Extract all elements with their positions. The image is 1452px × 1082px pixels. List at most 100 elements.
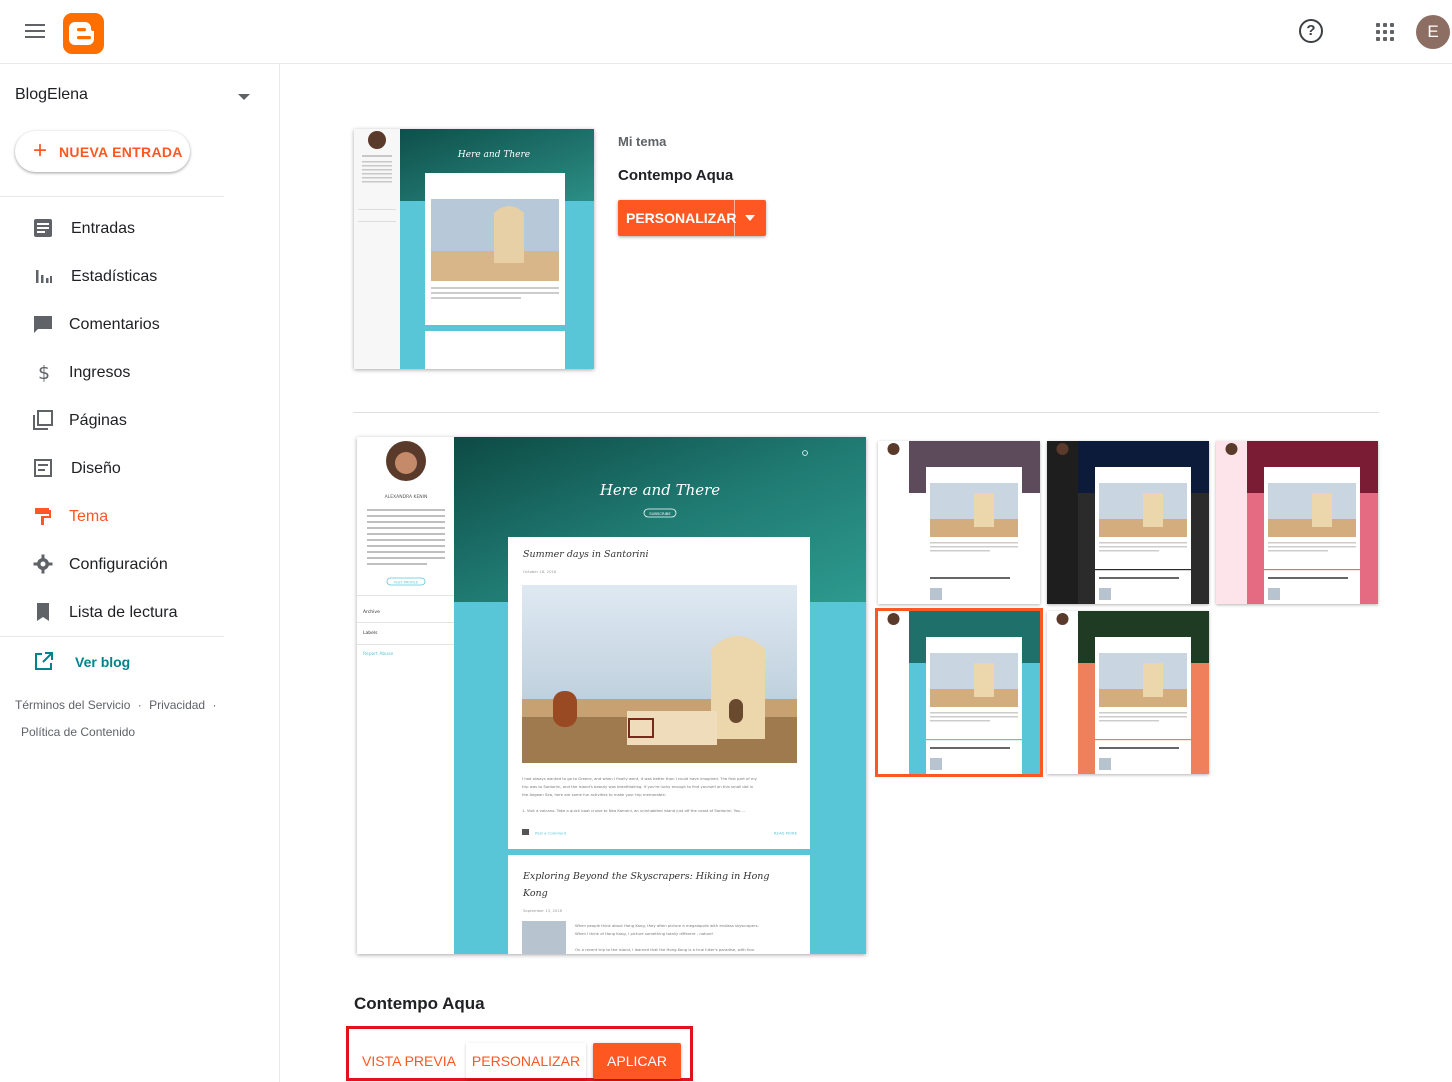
- theme-variant-art: [1047, 611, 1209, 774]
- theme-variant-contempo-default[interactable]: [878, 441, 1040, 604]
- posts-icon: [34, 219, 52, 237]
- split-divider: [734, 200, 735, 236]
- variant-card-gap: [1264, 569, 1360, 571]
- theme-variant-contempo-coral[interactable]: [1047, 611, 1209, 774]
- variant-card-gap: [1095, 569, 1191, 571]
- theme-icon: [35, 508, 51, 525]
- variant-text-line: [930, 542, 1018, 544]
- thumbnail-blog-title: Here and There: [457, 150, 530, 160]
- earnings-icon: $: [38, 362, 50, 383]
- sidebar-item-label: Diseño: [71, 460, 121, 477]
- sidebar-item-lista-lectura[interactable]: Lista de lectura: [0, 591, 224, 635]
- preview-post1-body-line1: I had always wanted to go to Greece, and…: [522, 776, 758, 781]
- theme-variant-art: [1216, 441, 1378, 604]
- sidebar-item-entradas[interactable]: Entradas: [0, 207, 224, 251]
- variant-post2-image: [930, 758, 942, 770]
- preview-author-name: ALEXANDRA KENIN: [385, 494, 428, 500]
- view-blog-link[interactable]: Ver blog: [0, 642, 224, 682]
- account-avatar[interactable]: E: [1416, 15, 1450, 49]
- theme-variant-art: [1047, 441, 1209, 604]
- customize-button[interactable]: PERSONALIZAR: [466, 1043, 586, 1079]
- blogger-logo-icon[interactable]: [63, 13, 104, 54]
- preview-archive: Archive: [363, 609, 380, 615]
- variant-post2-title: [930, 747, 1010, 749]
- variant-post2-image: [1099, 758, 1111, 770]
- variant-sidebar: [1047, 441, 1078, 604]
- blog-selector[interactable]: BlogElena: [15, 86, 255, 110]
- theme-preview-large[interactable]: ALEXANDRA KENIN VISIT PROFILE Archive La…: [357, 437, 866, 954]
- preview-post2-body2: On a recent trip to the island, I learne…: [575, 947, 755, 952]
- plus-icon: +: [33, 137, 48, 164]
- privacy-link[interactable]: Privacidad: [149, 698, 205, 712]
- sidebar-item-ingresos[interactable]: $ Ingresos: [0, 351, 224, 395]
- new-post-button[interactable]: + NUEVA ENTRADA: [15, 131, 190, 172]
- preview-post2-title-line2: Kong: [522, 888, 548, 899]
- sidebar-item-label: Configuración: [69, 556, 168, 573]
- open-external-icon: [35, 652, 53, 670]
- preview-post2-date: September 13, 2016: [523, 908, 563, 913]
- stats-icon: [36, 270, 52, 283]
- divider: [0, 636, 224, 637]
- theme-preview-art: ALEXANDRA KENIN VISIT PROFILE Archive La…: [357, 437, 866, 954]
- variant-sidebar: [1216, 441, 1247, 604]
- divider: [0, 196, 224, 197]
- theme-variant-contempo-pink[interactable]: [1216, 441, 1378, 604]
- comments-icon: [34, 316, 52, 333]
- apply-button[interactable]: APLICAR: [593, 1043, 681, 1079]
- preview-labels: Labels: [363, 630, 378, 636]
- preview-post1-body-line2: trip was to Santorini, and the island's …: [522, 784, 754, 789]
- variant-text-line: [930, 720, 990, 722]
- footer-links: Términos del Servicio · Privacidad · Pol…: [15, 692, 220, 746]
- preview-visit-profile: VISIT PROFILE: [394, 581, 418, 585]
- customize-split-button[interactable]: PERSONALIZAR: [618, 200, 766, 236]
- separator-dot: ·: [137, 698, 142, 712]
- variant-avatar: [1225, 443, 1238, 455]
- variant-text-line: [1099, 550, 1159, 552]
- content-policy-link[interactable]: Política de Contenido: [21, 725, 135, 739]
- variant-text-line: [1099, 716, 1187, 718]
- theme-actions-highlight: VISTA PREVIA PERSONALIZAR APLICAR: [346, 1026, 693, 1081]
- sidebar-item-label: Lista de lectura: [69, 604, 178, 621]
- svg-text:$: $: [38, 362, 50, 383]
- sidebar-item-configuracion[interactable]: Configuración: [0, 543, 224, 587]
- variant-text-line: [1099, 712, 1187, 714]
- sidebar-item-label: Comentarios: [69, 316, 160, 333]
- sidebar-item-estadisticas[interactable]: Estadísticas: [0, 255, 224, 299]
- blog-name: BlogElena: [15, 86, 88, 103]
- sidebar-item-label: Tema: [69, 508, 109, 525]
- apps-grid-icon[interactable]: [1376, 23, 1394, 41]
- variant-text-line: [1099, 720, 1159, 722]
- top-app-bar: ? E: [0, 0, 1452, 64]
- variant-post2-title: [1099, 577, 1179, 579]
- terms-link[interactable]: Términos del Servicio: [15, 698, 130, 712]
- variant-text-line: [930, 716, 1018, 718]
- preview-post1-item: 1. Visit a volcano. Take a quick boat cr…: [522, 808, 745, 813]
- variant-post2-image: [1268, 588, 1280, 600]
- current-theme-thumbnail[interactable]: Here and There: [354, 129, 594, 369]
- variant-text-line: [930, 712, 1018, 714]
- current-theme-thumbnail-art: Here and There: [354, 129, 594, 369]
- sidebar-item-tema[interactable]: Tema: [0, 495, 224, 539]
- sidebar-item-paginas[interactable]: Páginas: [0, 399, 224, 443]
- sidebar-item-label: Páginas: [69, 412, 127, 429]
- preview-button[interactable]: VISTA PREVIA: [357, 1043, 461, 1079]
- separator-dot: ·: [212, 698, 217, 712]
- sidebar-item-comentarios[interactable]: Comentarios: [0, 303, 224, 347]
- pages-icon: [33, 410, 53, 430]
- variant-post-image-tower: [1143, 663, 1163, 697]
- sidebar-item-label: Estadísticas: [71, 268, 158, 285]
- hamburger-menu-icon[interactable]: [22, 20, 48, 44]
- chevron-down-icon: [238, 94, 250, 100]
- theme-variant-contempo-aqua[interactable]: [875, 608, 1043, 777]
- variant-sidebar: [878, 441, 909, 604]
- variant-text-line: [1099, 546, 1187, 548]
- variant-post-image-tower: [974, 493, 994, 527]
- divider: [353, 412, 1379, 413]
- selected-theme-name: Contempo Aqua: [354, 994, 485, 1013]
- variant-text-line: [1268, 542, 1356, 544]
- help-icon[interactable]: ?: [1299, 19, 1323, 43]
- variant-avatar: [887, 613, 900, 625]
- dropdown-arrow-icon[interactable]: [745, 215, 755, 221]
- theme-variant-contempo-dark[interactable]: [1047, 441, 1209, 604]
- sidebar-item-diseno[interactable]: Diseño: [0, 447, 224, 491]
